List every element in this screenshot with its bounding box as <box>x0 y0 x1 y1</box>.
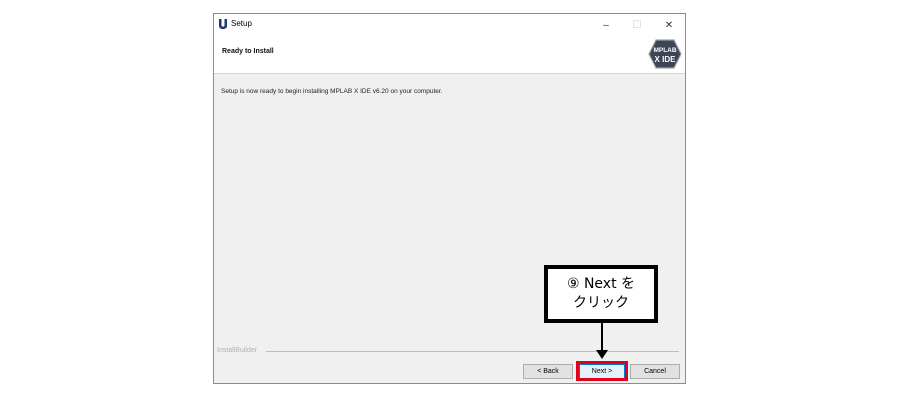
callout-line-2: クリック <box>573 295 629 311</box>
logo-text-top: MPLAB <box>653 47 676 54</box>
close-button[interactable]: ✕ <box>657 16 681 34</box>
next-button-highlight <box>576 361 628 381</box>
arrow-down-icon <box>596 350 608 359</box>
minimize-icon: – <box>603 19 609 31</box>
maximize-icon: ☐ <box>632 19 642 31</box>
minimize-button[interactable]: – <box>594 16 618 34</box>
wizard-header: Ready to Install MPLAB X IDE <box>214 36 685 74</box>
footer-divider <box>266 351 679 352</box>
title-bar: Setup – ☐ ✕ <box>214 14 685 36</box>
maximize-button[interactable]: ☐ <box>625 16 649 34</box>
page-title: Ready to Install <box>222 48 274 55</box>
close-icon: ✕ <box>664 19 674 31</box>
setup-window: Setup – ☐ ✕ Ready to Install MPLAB X IDE… <box>213 13 686 384</box>
instruction-callout: ⑨ Next を クリック <box>544 265 658 323</box>
ready-description: Setup is now ready to begin installing M… <box>221 88 443 95</box>
installbuilder-label: InstallBuilder <box>217 347 258 354</box>
logo-text-bottom: X IDE <box>655 55 677 64</box>
callout-line-1: ⑨ Next を <box>566 276 636 292</box>
mplab-x-ide-logo: MPLAB X IDE <box>648 39 682 69</box>
back-button[interactable]: < Back <box>523 364 573 379</box>
installbuilder-u-icon <box>219 19 227 29</box>
cancel-button[interactable]: Cancel <box>630 364 680 379</box>
callout-arrow-line <box>601 323 603 351</box>
window-title: Setup <box>231 19 252 28</box>
